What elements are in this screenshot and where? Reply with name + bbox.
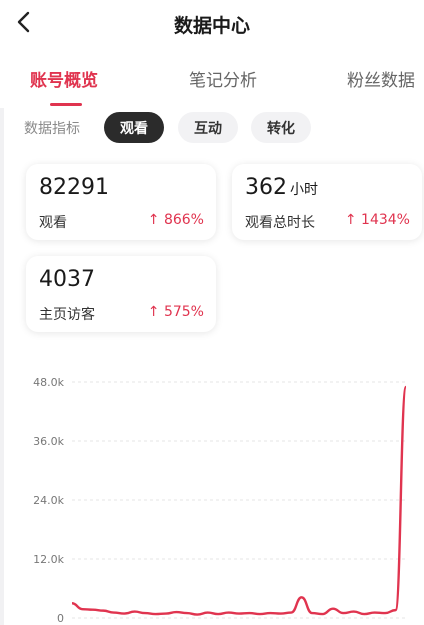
series-line [71, 385, 408, 616]
page-title: 数据中心 [173, 15, 250, 37]
metric-value: 82291 [39, 175, 109, 200]
tab-note-analysis[interactable]: 笔记分析 [189, 66, 257, 91]
y-tick-label: 24.0k [33, 494, 64, 507]
metric-label: 主页访客 [39, 307, 95, 323]
metric-change: ↑ 1434% [344, 212, 410, 228]
metric-value: 4037 [39, 267, 95, 292]
top-bar: 数据中心 [0, 0, 424, 46]
y-tick-label: 12.0k [33, 553, 64, 566]
metric-change: ↑ 575% [147, 304, 204, 320]
metric-filter-row: 数据指标 观看 互动 转化 [24, 112, 414, 144]
metric-label: 观看 [39, 215, 67, 231]
line-chart: 0 12.0k 24.0k 36.0k 48.0k [33, 376, 408, 625]
views-trend-chart: 0 12.0k 24.0k 36.0k 48.0k [0, 360, 424, 625]
chip-views[interactable]: 观看 [104, 112, 164, 143]
y-tick-label: 36.0k [33, 435, 64, 448]
chip-conversion[interactable]: 转化 [251, 112, 311, 143]
metric-card-watch-time[interactable]: 362 小时 观看总时长 ↑ 1434% [232, 164, 422, 240]
metric-change: ↑ 866% [147, 212, 204, 228]
tab-account-overview[interactable]: 账号概览 [30, 66, 98, 91]
tab-bar: 账号概览 笔记分析 粉丝数据 [0, 56, 424, 106]
metric-value: 362 小时 [245, 175, 318, 200]
y-tick-label: 48.0k [33, 376, 64, 389]
metric-label: 观看总时长 [245, 215, 315, 231]
y-tick-label: 0 [57, 612, 64, 625]
tab-fan-data[interactable]: 粉丝数据 [347, 66, 415, 91]
filter-label: 数据指标 [24, 121, 80, 137]
active-tab-indicator [50, 103, 82, 106]
chip-interaction[interactable]: 互动 [178, 112, 238, 143]
metric-card-profile-visitors[interactable]: 4037 主页访客 ↑ 575% [26, 256, 216, 332]
metric-card-views[interactable]: 82291 观看 ↑ 866% [26, 164, 216, 240]
